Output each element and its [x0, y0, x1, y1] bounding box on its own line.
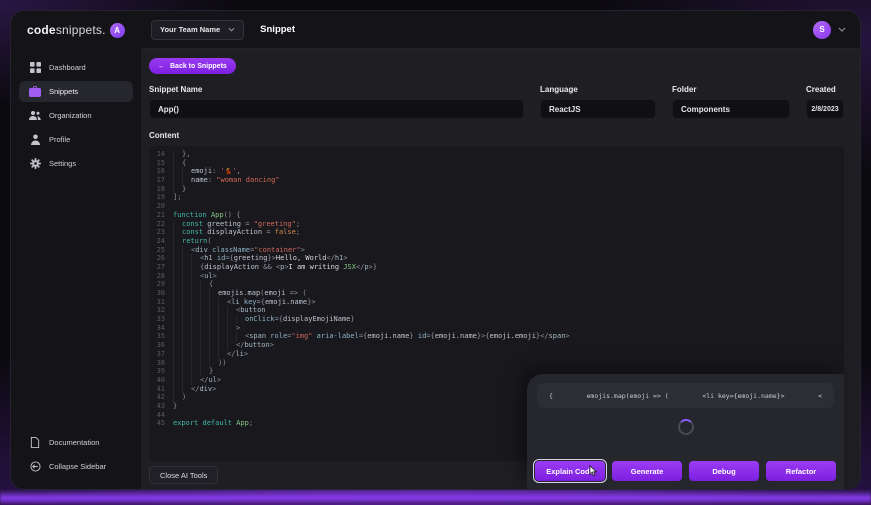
code-line: 26<h1 id={greeting}>Hello, World</h1> — [149, 254, 844, 263]
sidebar-item-label: Collapse Sidebar — [49, 462, 106, 471]
snippet-name-input[interactable] — [149, 99, 524, 119]
code-line: 21function App() { — [149, 211, 844, 220]
debug-button[interactable]: Debug — [689, 461, 759, 481]
sidebar-nav: Dashboard Snippets Organization Profile — [11, 57, 141, 174]
back-arrow-icon: ← — [158, 63, 165, 70]
chevron-down-icon[interactable] — [838, 27, 846, 32]
sidebar-footer: Documentation Collapse Sidebar — [11, 433, 141, 475]
button-label: Explain Code — [546, 467, 594, 476]
back-button-label: Back to Snippets — [170, 63, 227, 70]
topbar: Your Team Name Snippet S — [141, 11, 860, 49]
snippet-fields: Snippet Name Language ReactJS Folder Com… — [149, 85, 844, 119]
code-line: 32<button — [149, 306, 844, 315]
sidebar-item-dashboard[interactable]: Dashboard — [19, 57, 133, 78]
snippets-briefcase-icon — [29, 86, 41, 98]
sidebar-item-profile[interactable]: Profile — [19, 129, 133, 150]
preview-segment: < — [818, 392, 822, 400]
loading-spinner — [678, 419, 694, 435]
mouse-cursor-icon — [588, 465, 597, 477]
code-line: 16emoji: '💃', — [149, 167, 844, 176]
sidebar-item-label: Settings — [49, 159, 76, 168]
close-ai-tools-button[interactable]: Close AI Tools — [149, 466, 218, 484]
content-label: Content — [149, 131, 844, 140]
created-value: 2/8/2023 — [806, 99, 844, 119]
code-line: 29{ — [149, 280, 844, 289]
team-selector-label: Your Team Name — [160, 25, 220, 34]
code-line: 33onClick={displayEmojiName} — [149, 315, 844, 324]
created-label: Created — [806, 85, 844, 94]
code-line: 17name: "woman dancing" — [149, 176, 844, 185]
ai-buttons-row: Explain Code Generate Debug Refactor — [535, 461, 836, 481]
settings-gear-icon — [29, 158, 41, 170]
sidebar-item-documentation[interactable]: Documentation — [19, 433, 133, 451]
preview-segment: { — [549, 392, 553, 400]
code-preview-strip: { emojis.map(emoji => ( <li key={emoji.n… — [537, 383, 834, 408]
logo-badge-icon: A — [110, 23, 125, 38]
dashboard-grid-icon — [29, 62, 41, 74]
code-line: 23const displayAction = false; — [149, 228, 844, 237]
sidebar-item-label: Dashboard — [49, 63, 86, 72]
code-line: 28<ul> — [149, 272, 844, 281]
sidebar-item-label: Snippets — [49, 87, 78, 96]
sidebar-item-label: Documentation — [49, 438, 99, 447]
button-label: Refactor — [786, 467, 816, 476]
app-logo: codesnippets. A — [11, 11, 141, 49]
collapse-arrow-icon — [29, 460, 41, 472]
sidebar-item-collapse[interactable]: Collapse Sidebar — [19, 457, 133, 475]
code-line: 37</li> — [149, 350, 844, 359]
code-line: 35<span role="img" aria-label={emoji.nam… — [149, 332, 844, 341]
code-line: 25<div className="container"> — [149, 246, 844, 255]
app-window: codesnippets. A Dashboard Snippets Org — [10, 10, 861, 490]
chevron-down-icon — [228, 27, 235, 32]
code-line: 27{displayAction && <p>I am writing JSX<… — [149, 263, 844, 272]
avatar[interactable]: S — [813, 21, 831, 39]
code-line: 31<li key={emoji.name}> — [149, 298, 844, 307]
folder-label: Folder — [672, 85, 790, 94]
code-line: 15{ — [149, 159, 844, 168]
sidebar: codesnippets. A Dashboard Snippets Org — [11, 11, 141, 489]
app-logo-text: codesnippets. — [27, 23, 106, 37]
code-line: 30emojis.map(emoji => ( — [149, 289, 844, 298]
folder-value[interactable]: Components — [672, 99, 790, 119]
document-icon — [29, 436, 41, 448]
preview-segment: <li key={emoji.name}> — [702, 392, 784, 400]
sidebar-item-snippets[interactable]: Snippets — [19, 81, 133, 102]
code-line: 19]; — [149, 193, 844, 202]
profile-person-icon — [29, 134, 41, 146]
code-line: 34> — [149, 324, 844, 333]
language-value[interactable]: ReactJS — [540, 99, 656, 119]
code-line: 18} — [149, 185, 844, 194]
bottom-glow-decoration — [0, 490, 871, 505]
organization-people-icon — [29, 110, 41, 122]
button-label: Debug — [712, 467, 735, 476]
explain-code-button[interactable]: Explain Code — [535, 461, 605, 481]
ai-tools-panel: { emojis.map(emoji => ( <li key={emoji.n… — [527, 374, 844, 489]
button-label: Generate — [631, 467, 664, 476]
preview-segment: emojis.map(emoji => ( — [587, 392, 669, 400]
back-to-snippets-button[interactable]: ← Back to Snippets — [149, 58, 236, 74]
page-title: Snippet — [260, 24, 295, 35]
code-line: 36</button> — [149, 341, 844, 350]
snippet-name-label: Snippet Name — [149, 85, 524, 94]
refactor-button[interactable]: Refactor — [766, 461, 836, 481]
language-label: Language — [540, 85, 656, 94]
team-selector[interactable]: Your Team Name — [151, 20, 244, 40]
code-line: 24return( — [149, 237, 844, 246]
code-line: 14}, — [149, 150, 844, 159]
code-line: 20 — [149, 202, 844, 211]
generate-button[interactable]: Generate — [612, 461, 682, 481]
sidebar-item-organization[interactable]: Organization — [19, 105, 133, 126]
sidebar-item-label: Organization — [49, 111, 92, 120]
code-line: 22const greeting = "greeting"; — [149, 220, 844, 229]
sidebar-item-settings[interactable]: Settings — [19, 153, 133, 174]
code-line: 38)) — [149, 359, 844, 368]
sidebar-item-label: Profile — [49, 135, 70, 144]
